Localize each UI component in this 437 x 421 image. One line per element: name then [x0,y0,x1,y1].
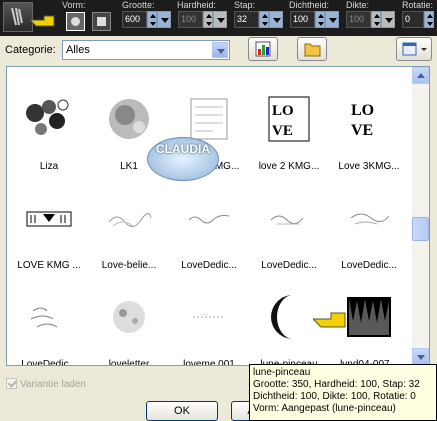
size-input[interactable]: 600 [122,11,147,28]
brush-item[interactable]: LoveDedic... [9,273,89,366]
variant-checkbox-label: Variantie laden [20,379,86,390]
brush-thumbnail [263,192,315,244]
pointer-hand-icon [30,15,55,27]
brush-name: LoveDedic... [181,260,237,271]
brush-item[interactable]: . . . . loveme 001 [169,273,249,366]
category-select[interactable]: Alles [62,40,230,60]
folder-icon [304,43,321,57]
brush-name: LoveDedic... [21,359,77,366]
circle-icon [71,17,80,26]
rotation-input[interactable]: 0 [402,11,424,28]
brush-thumbnail [103,192,155,244]
category-value: Alles [66,44,90,56]
brush-name: loveme 001 [183,359,235,366]
scroll-down-button[interactable] [412,348,429,365]
brush-item[interactable]: Liza [9,75,89,175]
checkbox-check-icon [6,378,17,389]
brush-item[interactable]: LoveDedic... [169,174,249,274]
pointer-hand-icon [313,312,346,328]
density-label: Dichtheid: [289,0,330,10]
step-spinner[interactable] [259,11,269,28]
svg-text:. . . .: . . . . [197,311,209,317]
brush-icon [11,7,23,26]
density-spinner[interactable] [315,11,325,28]
step-label: Stap: [234,0,256,10]
brush-name: Love 3KMG... [338,161,400,172]
thickness-input[interactable]: 100 [346,11,371,28]
tooltip-line: Grootte: 350, Hardheid: 100, Stap: 32 [253,379,420,390]
brush-tooltip: lune-pinceau Grootte: 350, Hardheid: 100… [249,364,437,421]
rotation-spinner[interactable] [424,11,434,28]
brush-item[interactable]: LoveDedic... [329,174,409,274]
brush-thumbnail: LO VE [263,93,315,145]
brush-thumbnail [23,291,75,343]
brush-toolbar: Vorm: Grootte: 600 Hardheid: 100 Stap: 3… [0,0,437,36]
brush-thumbnail [343,291,395,343]
brush-name: Love-belie... [101,260,157,271]
brush-name: love 2 KMG... [258,161,320,172]
list-scrollbar[interactable] [412,67,429,365]
hardness-spinner[interactable] [203,11,213,28]
brush-item[interactable]: LOVE KMG ... [9,174,89,274]
thickness-label: Dikte: [346,0,370,10]
scroll-thumb[interactable] [412,217,429,241]
view-options-button[interactable] [396,37,432,61]
brush-settings-button[interactable] [248,37,278,61]
watermark-logo: CLAUDIA [147,137,219,181]
brush-thumbnail [183,192,235,244]
brush-name: LoveDedic... [261,260,317,271]
brush-thumbnail [343,192,395,244]
brush-item[interactable]: LO VE Love 3KMG... [329,75,409,175]
brush-preset-button[interactable] [3,2,33,32]
brush-thumbnail [23,93,75,145]
size-label: Grootte: [122,0,155,10]
hardness-dropdown[interactable] [213,11,227,28]
thickness-spinner[interactable] [371,11,381,28]
brush-thumbnail: . . . . [183,291,235,343]
brush-name: loveletter [108,359,150,366]
brush-list[interactable]: LizaLK1love 2 KMG...LOVElove 2 KMG...LOV… [6,66,430,366]
ok-button[interactable]: OK [146,401,218,421]
brush-name: Liza [39,161,59,172]
round-shape-button[interactable] [66,12,85,31]
svg-text:LO: LO [351,102,374,119]
svg-text:VE: VE [351,122,373,139]
density-dropdown[interactable] [325,11,339,28]
square-shape-button[interactable] [92,12,111,31]
square-icon [97,17,106,26]
open-folder-button[interactable] [297,37,327,61]
tooltip-line: lune-pinceau [253,367,311,378]
rotation-label: Rotatie: [402,0,434,10]
hardness-label: Hardheid: [177,0,217,10]
brush-thumbnail: LO VE [343,93,395,145]
scroll-up-button[interactable] [412,67,429,84]
step-dropdown[interactable] [269,11,283,28]
brush-thumbnail [103,93,155,145]
view-list-icon [402,42,427,56]
tooltip-line: Dichtheid: 100, Dikte: 100, Rotatie: 0 [253,391,416,402]
brush-item[interactable]: LoveDedic... [249,174,329,274]
category-label: Categorie: [5,44,56,56]
brush-item[interactable]: loveletter [89,273,169,366]
chevron-down-icon [212,42,228,58]
thickness-dropdown[interactable] [381,11,395,28]
brush-thumbnail [23,192,75,244]
hardness-input[interactable]: 100 [178,11,203,28]
shape-label: Vorm: [62,0,86,10]
tooltip-line: Vorm: Aangepast (lune-pinceau) [253,403,396,414]
size-spinner[interactable] [147,11,157,28]
svg-text:LO: LO [272,103,294,119]
brush-name: LOVE KMG ... [17,260,81,271]
brush-item[interactable]: LO VE love 2 KMG... [249,75,329,175]
brush-name: LoveDedic... [341,260,397,271]
brush-thumbnail [263,291,315,343]
step-input[interactable]: 32 [234,11,259,28]
density-input[interactable]: 100 [290,11,315,28]
brush-item[interactable]: Love-belie... [89,174,169,274]
chart-icon [255,41,271,57]
brush-thumbnail [103,291,155,343]
size-dropdown[interactable] [157,11,171,28]
svg-text:VE: VE [272,123,293,139]
variant-checkbox[interactable]: Variantie laden [6,378,86,390]
